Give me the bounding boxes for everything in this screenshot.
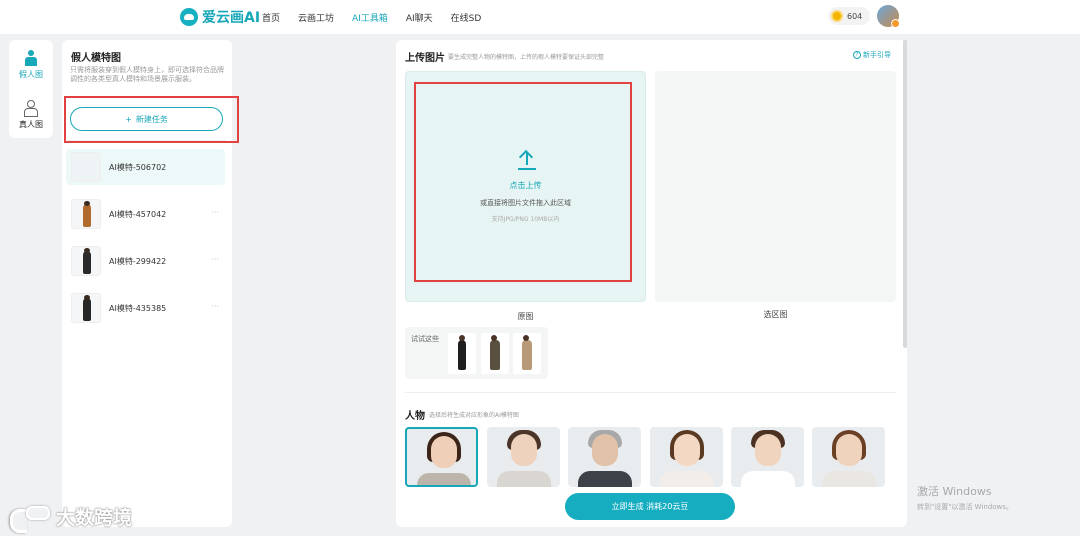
brand-watermark-text: 大数跨境 bbox=[56, 507, 133, 529]
rail-item-label: 真人图 bbox=[19, 120, 43, 129]
user-avatar[interactable] bbox=[877, 5, 900, 28]
coin-balance[interactable]: 604 bbox=[828, 7, 870, 25]
divider bbox=[68, 140, 226, 141]
rail-item-mannequin[interactable]: 假人图 bbox=[9, 50, 53, 80]
sample-image[interactable] bbox=[481, 333, 509, 374]
activation-title: 激活 Windows bbox=[917, 485, 992, 498]
task-panel-description: 只需将服装穿到假人模特身上，即可选择符合品牌调性的各类型真人模特和场景展示服装。 bbox=[70, 66, 224, 83]
task-name: AI模特-299422 bbox=[109, 257, 167, 266]
divider bbox=[405, 392, 896, 393]
nav-online-sd[interactable]: 在线SD bbox=[451, 11, 482, 24]
rail-item-real-person[interactable]: 真人图 bbox=[9, 100, 53, 130]
task-item[interactable]: AI模特-299422 ··· bbox=[66, 243, 225, 279]
logo-text: 爱云画AI bbox=[202, 10, 261, 26]
app-logo[interactable]: 爱云画AI bbox=[180, 7, 260, 27]
more-options-icon[interactable]: ··· bbox=[211, 255, 219, 264]
guide-label: 新手引导 bbox=[863, 51, 891, 59]
selection-image-label: 选区图 bbox=[763, 310, 788, 319]
cloud-logo-icon bbox=[180, 8, 198, 26]
person-option[interactable] bbox=[731, 427, 804, 487]
task-thumbnail bbox=[71, 246, 101, 276]
task-item[interactable]: AI模特-435385 ··· bbox=[66, 290, 225, 326]
upload-hint: 要生成完整人物的模特图，上传的假人模特要保证头部完整 bbox=[448, 54, 605, 61]
try-samples: 试试这些 bbox=[405, 327, 548, 379]
task-panel-title: 假人模特图 bbox=[71, 53, 121, 64]
try-samples-label: 试试这些 bbox=[411, 335, 439, 343]
person-option[interactable] bbox=[405, 427, 478, 487]
annotation-highlight-box bbox=[414, 82, 632, 282]
scrollbar[interactable] bbox=[903, 40, 907, 348]
task-thumbnail bbox=[71, 199, 101, 229]
nav-workshop[interactable]: 云画工坊 bbox=[298, 11, 334, 24]
sample-image[interactable] bbox=[513, 333, 541, 374]
original-image-label: 原图 bbox=[517, 312, 534, 321]
person-section-title: 人物 bbox=[405, 411, 425, 422]
person-option[interactable] bbox=[487, 427, 560, 487]
windows-activation-notice: 激活 Windows 转到"设置"以激活 Windows。 bbox=[917, 483, 1013, 512]
upload-section-title: 上传图片 bbox=[405, 53, 445, 64]
sample-image[interactable] bbox=[448, 333, 476, 374]
person-option[interactable] bbox=[568, 427, 641, 487]
mannequin-icon bbox=[24, 50, 38, 66]
generate-button[interactable]: 立即生成 消耗20云豆 bbox=[565, 493, 735, 520]
image-placeholder-icon bbox=[71, 152, 101, 182]
beginner-guide-link[interactable]: ? 新手引导 bbox=[853, 50, 891, 60]
task-name: AI模特-457042 bbox=[109, 210, 167, 219]
activation-subtitle: 转到"设置"以激活 Windows。 bbox=[917, 503, 1013, 511]
person-icon bbox=[24, 100, 38, 117]
more-options-icon[interactable]: ··· bbox=[211, 208, 219, 217]
task-name: AI模特-435385 bbox=[109, 304, 167, 313]
new-task-button[interactable]: + 新建任务 bbox=[70, 107, 223, 131]
task-thumbnail bbox=[71, 293, 101, 323]
person-option[interactable] bbox=[650, 427, 723, 487]
nav-ai-toolbox[interactable]: AI工具箱 bbox=[352, 11, 388, 24]
task-item[interactable]: AI模特-457042 ··· bbox=[66, 196, 225, 232]
new-task-label: 新建任务 bbox=[135, 114, 168, 124]
tool-rail: 假人图 真人图 bbox=[9, 40, 53, 138]
plus-icon: + bbox=[125, 114, 132, 124]
person-option[interactable] bbox=[812, 427, 885, 487]
person-hint: 选择后将生成对应形象的AI模特图 bbox=[429, 412, 519, 419]
selection-preview bbox=[655, 71, 896, 302]
task-name: AI模特-506702 bbox=[109, 163, 167, 172]
more-options-icon[interactable]: ··· bbox=[211, 302, 219, 311]
top-navbar: 爱云画AI 首页 云画工坊 AI工具箱 AI聊天 在线SD 604 bbox=[0, 0, 1080, 34]
task-panel: 假人模特图 只需将服装穿到假人模特身上，即可选择符合品牌调性的各类型真人模特和场… bbox=[62, 40, 239, 527]
nav-ai-chat[interactable]: AI聊天 bbox=[406, 11, 433, 24]
main-nav: 首页 云画工坊 AI工具箱 AI聊天 在线SD bbox=[262, 11, 481, 24]
brand-logo-icon bbox=[10, 505, 50, 533]
question-icon: ? bbox=[853, 51, 861, 59]
nav-home[interactable]: 首页 bbox=[262, 11, 280, 24]
coin-count: 604 bbox=[847, 11, 863, 21]
rail-item-label: 假人图 bbox=[19, 70, 43, 79]
coin-icon bbox=[831, 10, 843, 22]
task-item[interactable]: AI模特-506702 bbox=[66, 149, 225, 185]
brand-watermark: 大数跨境 bbox=[10, 503, 133, 533]
